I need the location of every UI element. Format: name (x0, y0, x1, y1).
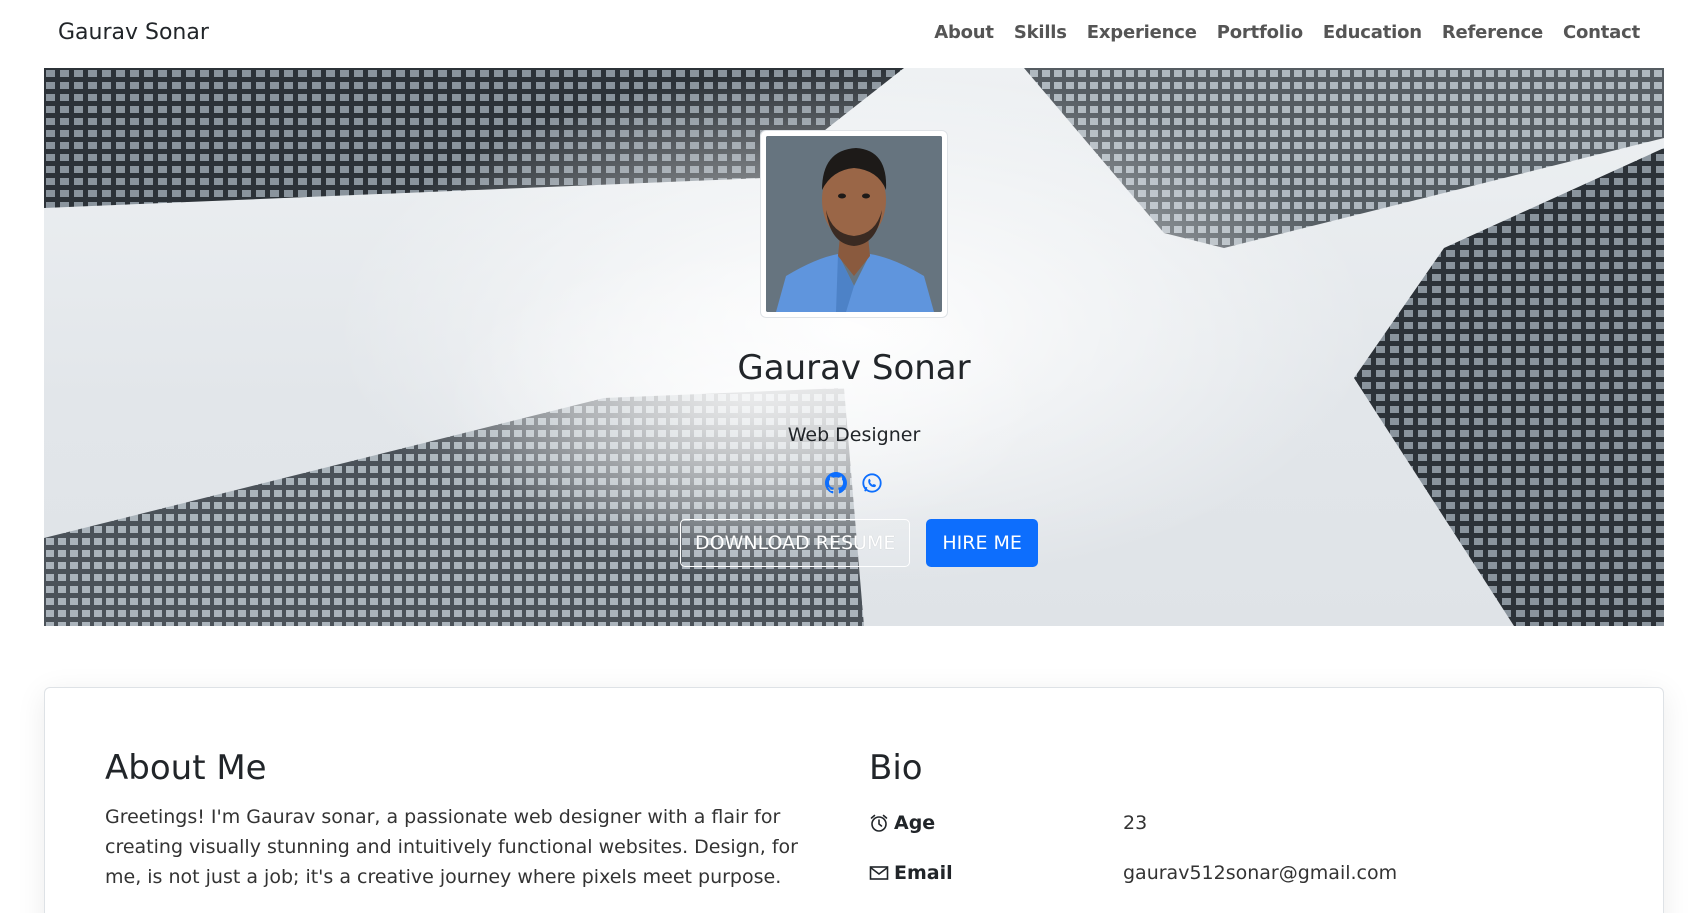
hero-section: Gaurav Sonar Web Designer DOWNLOAD RESUM… (44, 68, 1664, 626)
bio-value-age: 23 (1123, 812, 1148, 834)
nav-link-experience[interactable]: Experience (1087, 22, 1197, 43)
social-links (44, 472, 1664, 494)
navbar: Gaurav Sonar About Skills Experience Por… (0, 0, 1706, 68)
hero-name: Gaurav Sonar (737, 348, 971, 388)
nav-link-reference[interactable]: Reference (1442, 22, 1543, 43)
bio-row-age: Age 23 (869, 812, 1147, 834)
profile-photo-frame (760, 130, 948, 318)
hero-buttons: DOWNLOAD RESUME HIRE ME (680, 519, 1038, 567)
brand-link[interactable]: Gaurav Sonar (58, 20, 209, 45)
about-title: About Me (105, 748, 267, 788)
bio-label-age: Age (894, 812, 936, 834)
alarm-clock-icon (870, 814, 888, 832)
hero-role: Web Designer (787, 424, 921, 446)
nav-links: About Skills Experience Portfolio Educat… (914, 22, 1640, 43)
bio-value-email[interactable]: gaurav512sonar@gmail.com (1123, 862, 1397, 884)
envelope-icon (869, 866, 889, 880)
profile-photo (766, 136, 942, 312)
download-resume-button[interactable]: DOWNLOAD RESUME (680, 519, 911, 567)
about-text: Greetings! I'm Gaurav sonar, a passionat… (105, 806, 798, 888)
github-icon[interactable] (825, 472, 847, 494)
nav-link-contact[interactable]: Contact (1563, 22, 1640, 43)
bio-title: Bio (869, 748, 923, 788)
bio-label-email: Email (894, 862, 953, 884)
nav-link-education[interactable]: Education (1323, 22, 1422, 43)
nav-link-about[interactable]: About (934, 22, 994, 43)
bio-row-email: Email gaurav512sonar@gmail.com (869, 862, 1397, 884)
about-card: About Me Greetings! I'm Gaurav sonar, a … (44, 687, 1664, 913)
whatsapp-icon[interactable] (861, 472, 883, 494)
nav-link-portfolio[interactable]: Portfolio (1217, 22, 1303, 43)
hire-me-button[interactable]: HIRE ME (926, 519, 1038, 567)
nav-link-skills[interactable]: Skills (1014, 22, 1067, 43)
